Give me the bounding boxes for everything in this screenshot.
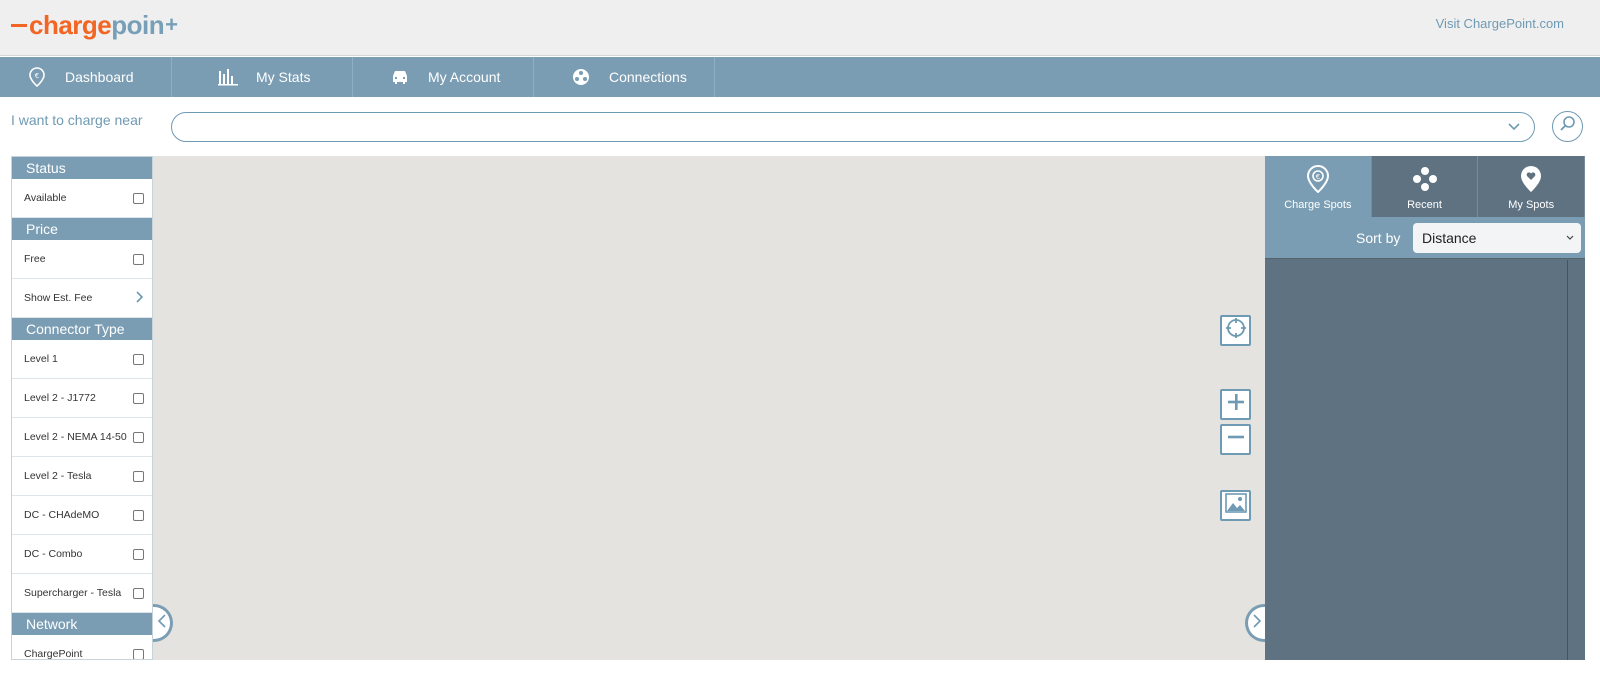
filter-item-available[interactable]: Available: [12, 179, 152, 218]
tab-charge-spots[interactable]: € Charge Spots: [1265, 156, 1372, 217]
results-panel: € Charge Spots Recent My Spots Sort by D…: [1265, 156, 1586, 660]
sort-selected-value: Distance: [1422, 230, 1477, 246]
sort-bar: Sort by Distance: [1265, 217, 1585, 259]
sort-select[interactable]: Distance: [1413, 223, 1581, 253]
filter-label: Level 2 - J1772: [24, 392, 96, 404]
logo-dash: [11, 23, 27, 27]
tab-my-spots[interactable]: My Spots: [1478, 156, 1586, 217]
filters-sidebar: Status Available Price Free Show Est. Fe…: [11, 156, 153, 660]
filter-item-supercharger-tesla[interactable]: Supercharger - Tesla: [12, 574, 152, 613]
location-search-input[interactable]: [186, 117, 1486, 137]
location-search-box[interactable]: [171, 112, 1535, 142]
connections-icon: [571, 67, 591, 87]
plus-icon: [1227, 393, 1245, 416]
crosshair-icon: [1225, 317, 1247, 344]
dashboard-pin-icon: €: [27, 67, 47, 87]
nav-item-dashboard[interactable]: € Dashboard: [0, 57, 172, 97]
results-list[interactable]: [1265, 260, 1585, 660]
filter-label: Free: [24, 253, 46, 265]
tab-label: My Spots: [1508, 199, 1555, 211]
filter-item-level-2-j1772[interactable]: Level 2 - J1772: [12, 379, 152, 418]
nav-label-my-account: My Account: [428, 69, 501, 85]
app-header: charge poin + Visit ChargePoint.com: [0, 0, 1600, 56]
map-layers-button[interactable]: [1220, 490, 1251, 521]
filter-checkbox[interactable]: [133, 353, 144, 365]
filter-checkbox[interactable]: [133, 192, 144, 204]
filter-checkbox[interactable]: [133, 470, 144, 482]
search-button[interactable]: [1552, 111, 1583, 142]
filter-heading-status: Status: [12, 157, 152, 179]
filter-label: Level 2 - Tesla: [24, 470, 92, 482]
filter-checkbox[interactable]: [133, 431, 144, 443]
chevron-left-icon: [157, 613, 166, 633]
logo-charge-text: charge: [29, 9, 112, 40]
filter-label: Level 1: [24, 353, 58, 365]
results-tabs: € Charge Spots Recent My Spots: [1265, 156, 1586, 217]
filter-item-free[interactable]: Free: [12, 240, 152, 279]
logo-point-text: poin: [111, 9, 165, 40]
chargepoint-logo[interactable]: charge poin +: [11, 10, 178, 40]
filter-item-dc-chademo[interactable]: DC - CHAdeMO: [12, 496, 152, 535]
logo-plus-text: +: [165, 12, 178, 37]
filter-label: Supercharger - Tesla: [24, 587, 122, 599]
filter-item-level-1[interactable]: Level 1: [12, 340, 152, 379]
filter-heading-network: Network: [12, 613, 152, 635]
nav-item-my-stats[interactable]: My Stats: [172, 57, 353, 97]
filter-checkbox[interactable]: [133, 509, 144, 521]
filter-label: DC - Combo: [24, 548, 83, 560]
filter-checkbox[interactable]: [133, 548, 144, 560]
charge-pin-icon: €: [1305, 165, 1331, 193]
recent-icon: [1412, 165, 1438, 193]
tab-label: Charge Spots: [1284, 199, 1352, 211]
search-icon: [1559, 115, 1577, 138]
filter-checkbox[interactable]: [133, 587, 144, 599]
zoom-out-button[interactable]: [1220, 424, 1251, 455]
nav-item-connections[interactable]: Connections: [534, 57, 715, 97]
filter-checkbox[interactable]: [133, 253, 144, 265]
filter-label: Show Est. Fee: [24, 292, 93, 304]
filter-heading-connector-type: Connector Type: [12, 318, 152, 340]
nav-label-connections: Connections: [609, 69, 687, 85]
image-icon: [1224, 493, 1247, 518]
chevron-down-icon: [1565, 223, 1575, 265]
nav-label-my-stats: My Stats: [256, 69, 311, 85]
filter-item-level-2-tesla[interactable]: Level 2 - Tesla: [12, 457, 152, 496]
nav-label-dashboard: Dashboard: [65, 69, 134, 85]
zoom-in-button[interactable]: [1220, 389, 1251, 420]
map-canvas[interactable]: [153, 156, 1265, 660]
tab-recent[interactable]: Recent: [1371, 156, 1479, 217]
svg-text:€: €: [1316, 173, 1320, 181]
locate-me-button[interactable]: [1220, 315, 1251, 346]
tab-label: Recent: [1407, 199, 1442, 211]
filter-item-dc-combo[interactable]: DC - Combo: [12, 535, 152, 574]
minus-icon: [1227, 428, 1245, 451]
bar-chart-icon: [218, 67, 238, 87]
filter-label: DC - CHAdeMO: [24, 509, 100, 521]
nav-item-my-account[interactable]: My Account: [353, 57, 534, 97]
main-nav: € Dashboard My Stats My Account Connecti…: [0, 57, 1600, 97]
filter-heading-price: Price: [12, 218, 152, 240]
filter-label: Available: [24, 192, 67, 204]
chevron-down-icon[interactable]: [1506, 119, 1522, 135]
filter-item-chargepoint[interactable]: ChargePoint: [12, 635, 152, 660]
chevron-right-icon: [136, 290, 144, 306]
filter-checkbox[interactable]: [133, 648, 144, 659]
visit-chargepoint-link[interactable]: Visit ChargePoint.com: [1436, 16, 1564, 31]
sort-by-label: Sort by: [1356, 230, 1401, 246]
filter-label: ChargePoint: [24, 648, 83, 660]
svg-text:€: €: [35, 72, 39, 80]
car-icon: [390, 67, 410, 87]
filter-label: Level 2 - NEMA 14-50: [24, 431, 127, 443]
filter-item-level-2-nema[interactable]: Level 2 - NEMA 14-50: [12, 418, 152, 457]
results-scrollbar[interactable]: [1567, 260, 1568, 660]
heart-pin-icon: [1518, 165, 1544, 193]
filter-item-show-est-fee[interactable]: Show Est. Fee: [12, 279, 152, 318]
chevron-right-icon: [1252, 613, 1261, 633]
charge-near-label: I want to charge near: [11, 112, 143, 128]
filter-checkbox[interactable]: [133, 392, 144, 404]
